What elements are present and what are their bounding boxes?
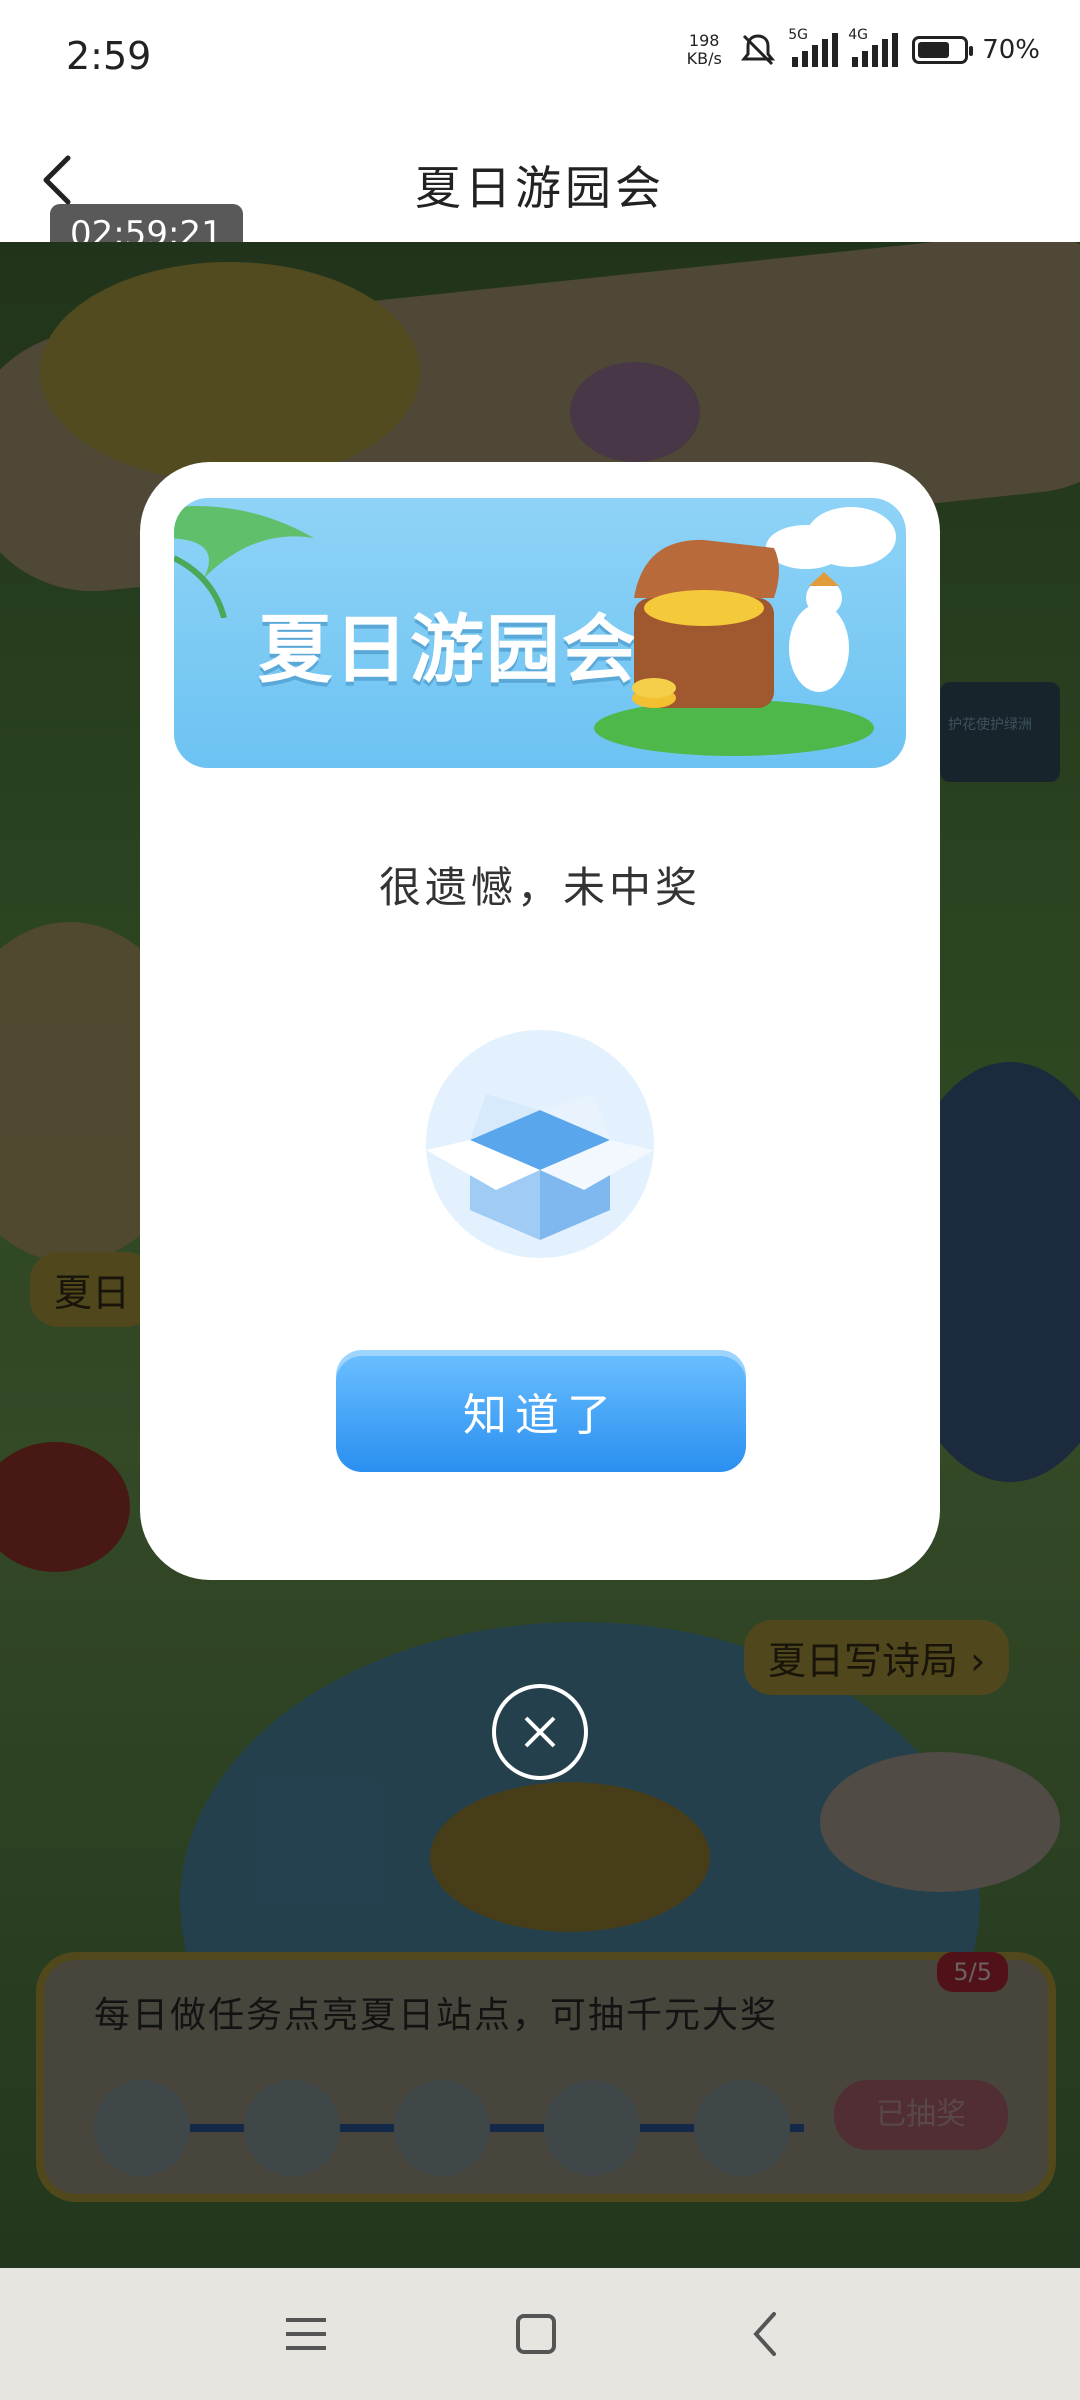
battery-level — [918, 42, 949, 58]
status-bar: 2:59 198 KB/s 5G 4G 70% — [0, 0, 1080, 120]
signal-5g-icon: 5G — [788, 27, 839, 67]
app-header: 夏日游园会 02:59:21 — [0, 120, 1080, 264]
result-modal: 夏日游园会 很遗憾，未中奖 知道了 — [140, 462, 940, 1580]
mute-icon — [741, 34, 776, 66]
system-nav-bar — [0, 2268, 1080, 2400]
treasure-chest-icon — [594, 539, 874, 756]
modal-banner: 夏日游园会 — [174, 498, 906, 768]
battery-icon — [912, 36, 974, 64]
close-modal-button[interactable] — [492, 1684, 588, 1780]
signal-4g-icon: 4G — [848, 27, 899, 67]
nav-back-icon[interactable] — [730, 2298, 802, 2370]
got-it-button[interactable]: 知道了 — [336, 1350, 746, 1472]
close-icon — [524, 1716, 556, 1748]
empty-box-icon — [426, 1030, 654, 1258]
banner-title: 夏日游园会 — [258, 607, 638, 693]
result-text: 很遗憾，未中奖 — [378, 863, 701, 912]
status-indicators: 198 KB/s 5G 4G 70% — [684, 27, 1040, 70]
battery-percent: 70% — [982, 35, 1040, 65]
home-icon[interactable] — [500, 2298, 572, 2370]
status-time: 2:59 — [66, 34, 152, 78]
menu-icon[interactable] — [270, 2298, 342, 2370]
net-speed: 198 KB/s — [686, 31, 722, 68]
